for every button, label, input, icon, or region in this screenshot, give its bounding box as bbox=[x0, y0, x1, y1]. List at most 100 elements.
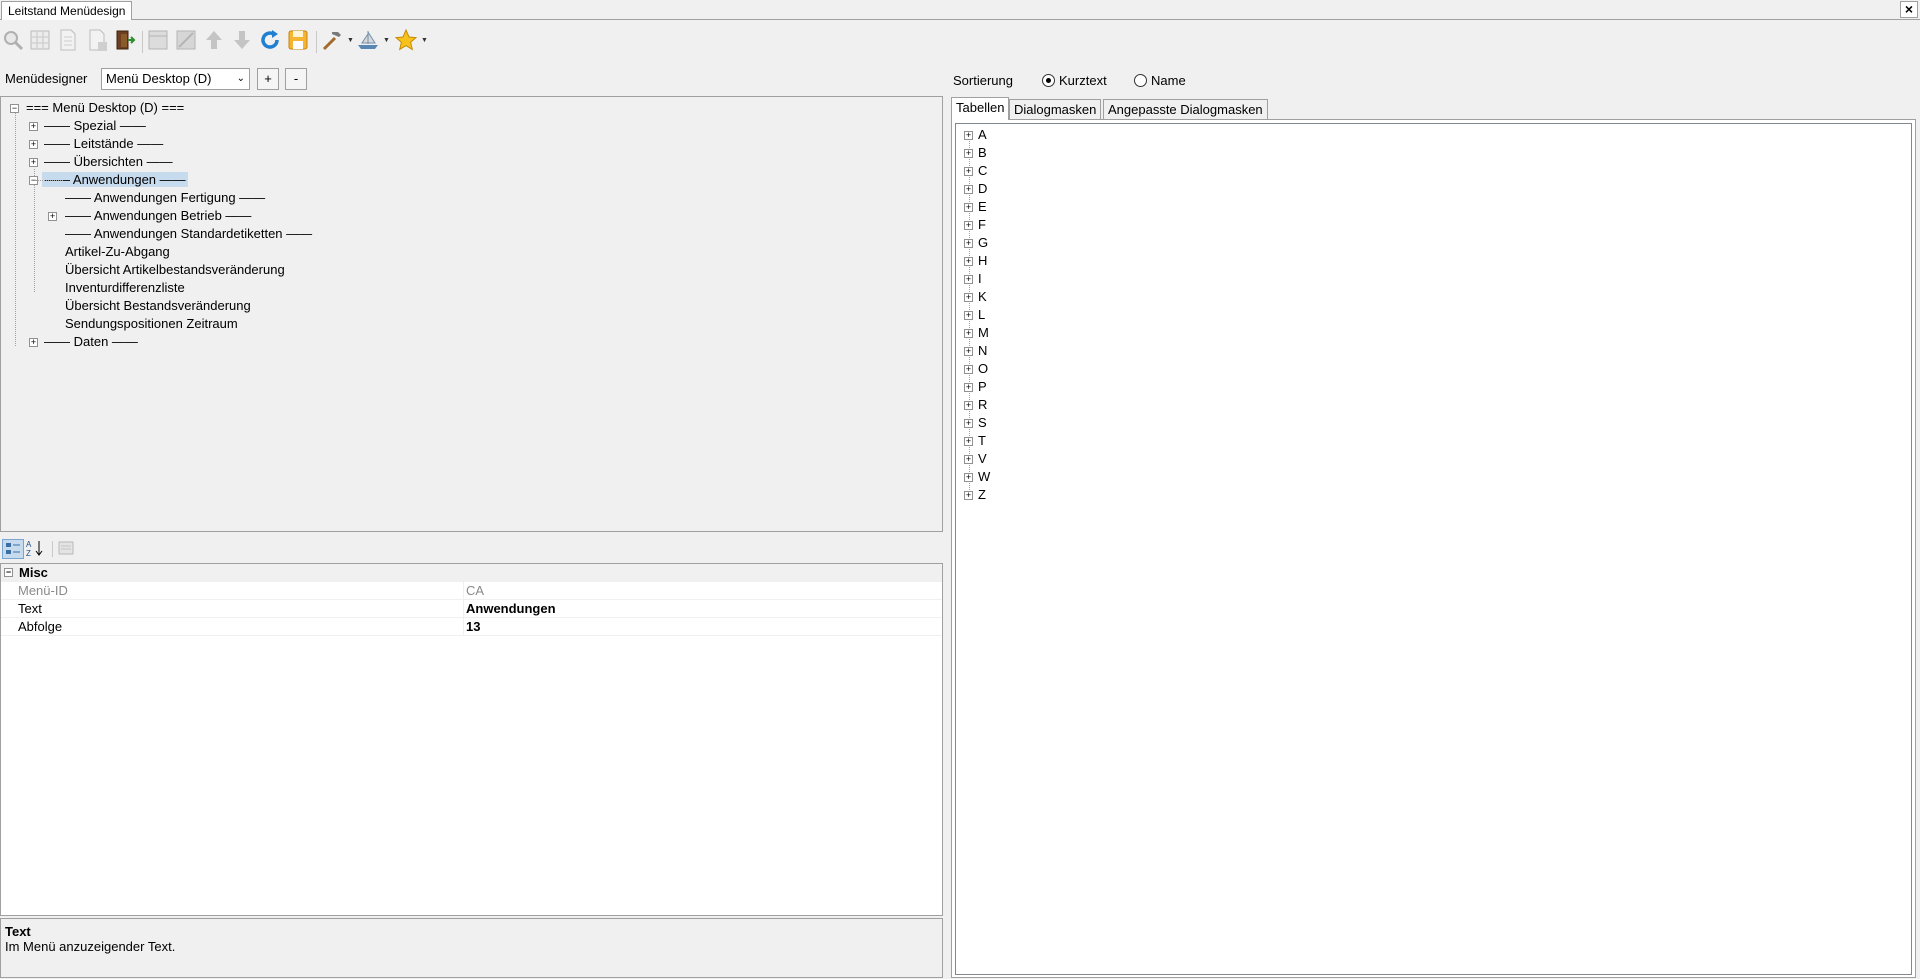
tree-item-uebersichten[interactable]: + —— Übersichten —— bbox=[29, 153, 173, 171]
expand-icon[interactable]: + bbox=[964, 131, 973, 140]
expand-icon[interactable]: + bbox=[48, 212, 57, 221]
table-icon[interactable] bbox=[146, 28, 172, 54]
expand-icon[interactable]: + bbox=[29, 122, 38, 131]
radio-name[interactable] bbox=[1134, 74, 1147, 87]
expand-icon[interactable]: + bbox=[964, 455, 973, 464]
tree-item-letter[interactable]: + B bbox=[964, 144, 987, 162]
property-pages-icon[interactable] bbox=[56, 539, 78, 559]
expand-icon[interactable]: + bbox=[964, 347, 973, 356]
refresh-icon[interactable] bbox=[258, 28, 284, 54]
tree-item-letter[interactable]: + D bbox=[964, 180, 987, 198]
property-category[interactable]: − Misc bbox=[1, 564, 942, 582]
expand-icon[interactable]: + bbox=[29, 140, 38, 149]
sort-alphabetical-icon[interactable]: AZ bbox=[25, 539, 47, 559]
expand-icon[interactable]: + bbox=[964, 419, 973, 428]
page-icon[interactable] bbox=[56, 28, 82, 54]
tab-dialogmasken[interactable]: Dialogmasken bbox=[1009, 99, 1102, 119]
tree-item-letter[interactable]: + S bbox=[964, 414, 987, 432]
expand-icon[interactable]: + bbox=[964, 149, 973, 158]
tree-root[interactable]: − === Menü Desktop (D) === bbox=[10, 99, 184, 117]
tree-item-uebersicht-artikelbestand[interactable]: Übersicht Artikelbestandsveränderung bbox=[65, 261, 285, 279]
tab-angepasste-dialogmasken[interactable]: Angepasste Dialogmasken bbox=[1103, 99, 1268, 119]
radio-name-label[interactable]: Name bbox=[1151, 73, 1186, 88]
expand-icon[interactable]: + bbox=[964, 275, 973, 284]
tree-item-letter[interactable]: + P bbox=[964, 378, 987, 396]
table-edit-icon[interactable] bbox=[174, 28, 200, 54]
tree-item-letter[interactable]: + E bbox=[964, 198, 987, 216]
tree-item-letter[interactable]: + V bbox=[964, 450, 987, 468]
collapse-icon[interactable]: − bbox=[4, 568, 13, 577]
expand-icon[interactable]: + bbox=[964, 185, 973, 194]
star-icon[interactable] bbox=[394, 28, 420, 54]
property-row-text[interactable]: Text Anwendungen bbox=[1, 600, 942, 618]
hammer-dropdown-icon[interactable]: ▼ bbox=[347, 37, 354, 44]
menu-tree[interactable]: − === Menü Desktop (D) === + —— Spezial … bbox=[0, 96, 943, 532]
tree-item-spezial[interactable]: + —— Spezial —— bbox=[29, 117, 146, 135]
tree-item-letter[interactable]: + G bbox=[964, 234, 988, 252]
close-icon[interactable]: × bbox=[1900, 1, 1918, 18]
tree-item-letter[interactable]: + A bbox=[964, 126, 987, 144]
tree-item-letter[interactable]: + O bbox=[964, 360, 988, 378]
expand-icon[interactable]: + bbox=[964, 167, 973, 176]
tree-item-sendungspositionen[interactable]: Sendungspositionen Zeitraum bbox=[65, 315, 238, 333]
star-dropdown-icon[interactable]: ▼ bbox=[421, 37, 428, 44]
tab-tabellen[interactable]: Tabellen bbox=[951, 97, 1010, 120]
tree-item-letter[interactable]: + H bbox=[964, 252, 987, 270]
expand-icon[interactable]: + bbox=[964, 221, 973, 230]
radio-kurztext-label[interactable]: Kurztext bbox=[1059, 73, 1107, 88]
tree-item-letter[interactable]: + M bbox=[964, 324, 989, 342]
categorized-icon[interactable] bbox=[2, 539, 24, 559]
add-menu-button[interactable]: + bbox=[257, 68, 279, 90]
expand-icon[interactable]: + bbox=[964, 293, 973, 302]
menu-select[interactable]: Menü Desktop (D) ⌄ bbox=[101, 68, 250, 90]
search-icon[interactable] bbox=[1, 28, 27, 54]
property-row-abfolge[interactable]: Abfolge 13 bbox=[1, 618, 942, 636]
tree-item-letter[interactable]: + R bbox=[964, 396, 987, 414]
grid-icon[interactable] bbox=[28, 28, 54, 54]
hammer-icon[interactable] bbox=[320, 28, 346, 54]
tree-item-daten[interactable]: + —— Daten —— bbox=[29, 333, 138, 351]
expand-icon[interactable]: + bbox=[964, 437, 973, 446]
tree-item-letter[interactable]: + N bbox=[964, 342, 987, 360]
expand-icon[interactable]: + bbox=[964, 203, 973, 212]
tree-item-letter[interactable]: + I bbox=[964, 270, 982, 288]
radio-kurztext[interactable] bbox=[1042, 74, 1055, 87]
expand-icon[interactable]: + bbox=[964, 311, 973, 320]
property-value[interactable]: Anwendungen bbox=[466, 600, 556, 618]
expand-icon[interactable]: + bbox=[964, 239, 973, 248]
expand-icon[interactable]: + bbox=[964, 383, 973, 392]
tree-item-letter[interactable]: + C bbox=[964, 162, 987, 180]
save-icon[interactable] bbox=[286, 28, 312, 54]
tree-item-leitstaende[interactable]: + —— Leitstände —— bbox=[29, 135, 163, 153]
property-value[interactable]: 13 bbox=[466, 618, 480, 636]
tree-item-letter[interactable]: + Z bbox=[964, 486, 986, 504]
expand-icon[interactable]: + bbox=[964, 329, 973, 338]
tree-item-anwendungen-fertigung[interactable]: —— Anwendungen Fertigung —— bbox=[65, 189, 265, 207]
tree-item-letter[interactable]: + W bbox=[964, 468, 990, 486]
expand-icon[interactable]: + bbox=[964, 491, 973, 500]
document-tab[interactable]: Leitstand Menüdesign bbox=[1, 1, 133, 20]
tree-item-letter[interactable]: + K bbox=[964, 288, 987, 306]
expand-icon[interactable]: + bbox=[964, 401, 973, 410]
tabellen-tree[interactable]: + A + B + C + D + E + F + G + H + I + K + L + M + N + O + P + R + S + T + V + W… bbox=[955, 123, 1912, 975]
ship-dropdown-icon[interactable]: ▼ bbox=[383, 37, 390, 44]
exit-door-icon[interactable] bbox=[112, 28, 138, 54]
expand-icon[interactable]: + bbox=[29, 158, 38, 167]
expand-icon[interactable]: + bbox=[964, 257, 973, 266]
arrow-up-icon[interactable] bbox=[202, 28, 228, 54]
tree-item-letter[interactable]: + T bbox=[964, 432, 986, 450]
page-add-icon[interactable] bbox=[85, 28, 111, 54]
expand-icon[interactable]: + bbox=[964, 473, 973, 482]
property-row-menu-id[interactable]: Menü-ID CA bbox=[1, 582, 942, 600]
tree-item-letter[interactable]: + L bbox=[964, 306, 985, 324]
tree-item-anwendungen-betrieb[interactable]: + —— Anwendungen Betrieb —— bbox=[48, 207, 251, 225]
property-grid[interactable]: − Misc Menü-ID CA Text Anwendungen Abfol… bbox=[0, 563, 943, 916]
tree-item-anwendungen-standardetiketten[interactable]: —— Anwendungen Standardetiketten —— bbox=[65, 225, 312, 243]
expand-icon[interactable]: + bbox=[29, 338, 38, 347]
tree-item-inventurdifferenzliste[interactable]: Inventurdifferenzliste bbox=[65, 279, 185, 297]
arrow-down-icon[interactable] bbox=[230, 28, 256, 54]
tree-item-artikel-zu-abgang[interactable]: Artikel-Zu-Abgang bbox=[65, 243, 170, 261]
remove-menu-button[interactable]: - bbox=[285, 68, 307, 90]
tree-item-uebersicht-bestand[interactable]: Übersicht Bestandsveränderung bbox=[65, 297, 251, 315]
collapse-icon[interactable]: − bbox=[10, 104, 19, 113]
